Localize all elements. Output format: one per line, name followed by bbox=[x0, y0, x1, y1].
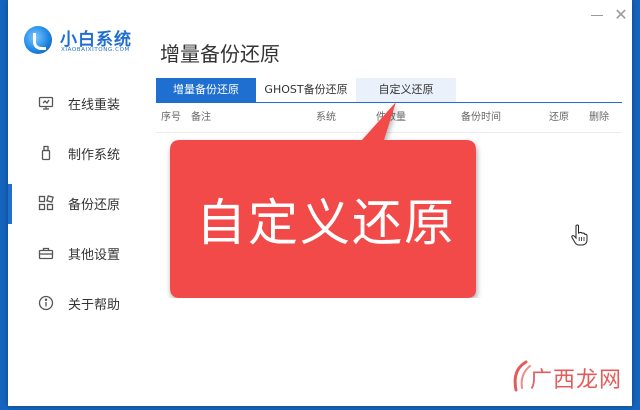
watermark-text: 广西龙网 bbox=[530, 368, 623, 393]
logo-subtitle: XIAOBAIXITONG.COM bbox=[61, 47, 130, 53]
sidebar-item-label: 在线重装 bbox=[68, 97, 121, 113]
usb-icon bbox=[38, 145, 54, 161]
sidebar: 在线重装 制作系统 备份还原 其他设置 关于帮助 bbox=[8, 78, 148, 328]
sidebar-item-about-help[interactable]: 关于帮助 bbox=[8, 278, 148, 328]
sidebar-item-online-install[interactable]: 在线重装 bbox=[8, 78, 148, 128]
watermark: 广西龙网 bbox=[508, 360, 628, 400]
app-logo: 小白系统 XIAOBAIXITONG.COM bbox=[22, 24, 162, 64]
grid-icon bbox=[38, 195, 54, 211]
column-header-delete: 删除 bbox=[589, 112, 609, 123]
info-icon bbox=[38, 295, 54, 311]
close-button[interactable]: ✕ bbox=[610, 6, 632, 24]
close-icon: ✕ bbox=[614, 5, 628, 24]
sidebar-item-backup-restore[interactable]: 备份还原 bbox=[8, 178, 148, 228]
logo-icon bbox=[24, 26, 52, 54]
sidebar-item-label: 关于帮助 bbox=[68, 297, 121, 313]
sidebar-item-make-system[interactable]: 制作系统 bbox=[8, 128, 148, 178]
callout-text: 自定义还原 bbox=[196, 194, 456, 252]
sidebar-item-other-settings[interactable]: 其他设置 bbox=[8, 228, 148, 278]
sidebar-item-label: 备份还原 bbox=[68, 197, 121, 213]
briefcase-icon bbox=[38, 245, 54, 261]
minimize-button[interactable] bbox=[586, 6, 608, 24]
page-title: 增量备份还原 bbox=[160, 42, 280, 66]
monitor-icon bbox=[38, 95, 54, 111]
sidebar-item-label: 其他设置 bbox=[68, 247, 121, 263]
mouse-cursor-icon bbox=[570, 224, 588, 246]
app-window: ✕ 小白系统 XIAOBAIXITONG.COM 在线重装 制作系统 备份还原 … bbox=[8, 0, 632, 406]
column-header-restore: 还原 bbox=[549, 112, 569, 123]
sidebar-item-label: 制作系统 bbox=[68, 147, 121, 163]
callout-annotation: 自定义还原 bbox=[158, 98, 488, 298]
